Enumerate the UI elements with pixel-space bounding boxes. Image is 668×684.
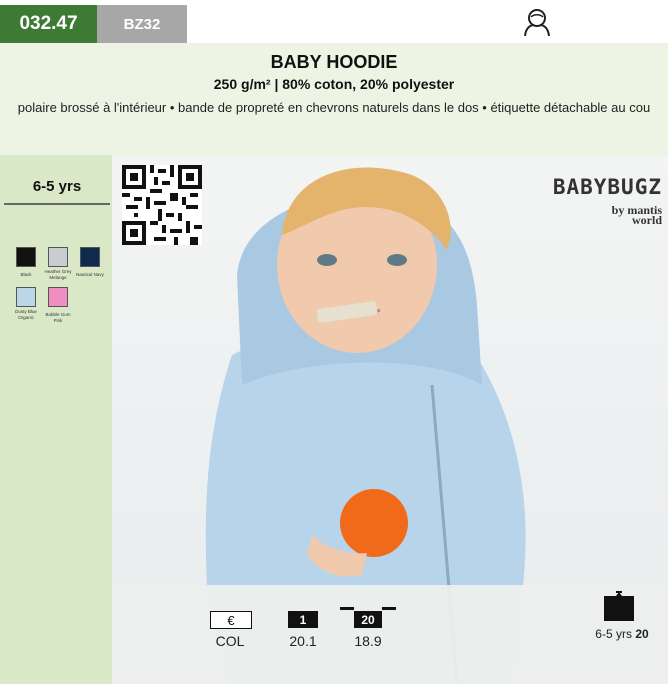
color-swatch-black[interactable]: [16, 247, 36, 267]
price-table: € COL 1 20.1 20 18.9 6-5 yrs 20: [112, 585, 668, 684]
price-1: 20.1: [289, 633, 317, 649]
product-title: BABY HOODIE: [270, 52, 398, 72]
color-swatch-dusty-blue[interactable]: [16, 287, 36, 307]
size-label: 6-5 yrs: [4, 169, 110, 205]
qr-code-icon: [122, 165, 202, 245]
product-specs: 250 g/m² | 80% coton, 20% polyester: [213, 76, 455, 92]
color-label-heather-grey: Heather Grey Melange: [44, 269, 72, 280]
qty-20-badge: 20: [354, 611, 382, 628]
pack-label: 6-5 yrs 20: [595, 627, 649, 641]
sidebar: 6-5 yrs Black Heather Grey Melange Nauti…: [0, 155, 112, 684]
color-label-black: Black: [20, 272, 32, 277]
brand-by: by mantis world: [611, 203, 662, 227]
color-swatch-heather-grey[interactable]: [48, 247, 68, 267]
color-label-dusty-blue: Dusty Blue Organic: [15, 309, 37, 320]
currency-box: €: [210, 611, 252, 629]
qr-code[interactable]: [122, 165, 202, 245]
box-icon: [604, 591, 634, 621]
price-20: 18.9: [354, 633, 382, 649]
qty-bar-left: [340, 607, 354, 610]
qty-bar-right: [382, 607, 396, 610]
top-bar: 032.47 BZ32: [0, 0, 668, 43]
person-icon: [524, 9, 550, 37]
brand-name: BABYBUGZ: [552, 175, 662, 199]
product-photo: BABYBUGZ by mantis world € COL 1 20.1 20 …: [112, 155, 668, 684]
product-code: 032.47: [0, 5, 97, 43]
color-swatch-bubble-gum-pink[interactable]: [48, 287, 68, 307]
color-swatch-navy[interactable]: [80, 247, 100, 267]
product-header: BABY HOODIE 250 g/m² | 80% coton, 20% po…: [0, 43, 668, 155]
brand-logo: BABYBUGZ by mantis world: [512, 175, 662, 227]
color-label-bubble-gum-pink: Bubble Gum Pink: [45, 312, 71, 323]
product-description: polaire brossé à l'intérieur • bande de …: [17, 100, 651, 115]
product-reference: BZ32: [97, 5, 187, 43]
col-label: COL: [215, 633, 245, 649]
qty-1-badge: 1: [288, 611, 318, 628]
color-label-navy: Nautical Navy: [76, 272, 104, 277]
